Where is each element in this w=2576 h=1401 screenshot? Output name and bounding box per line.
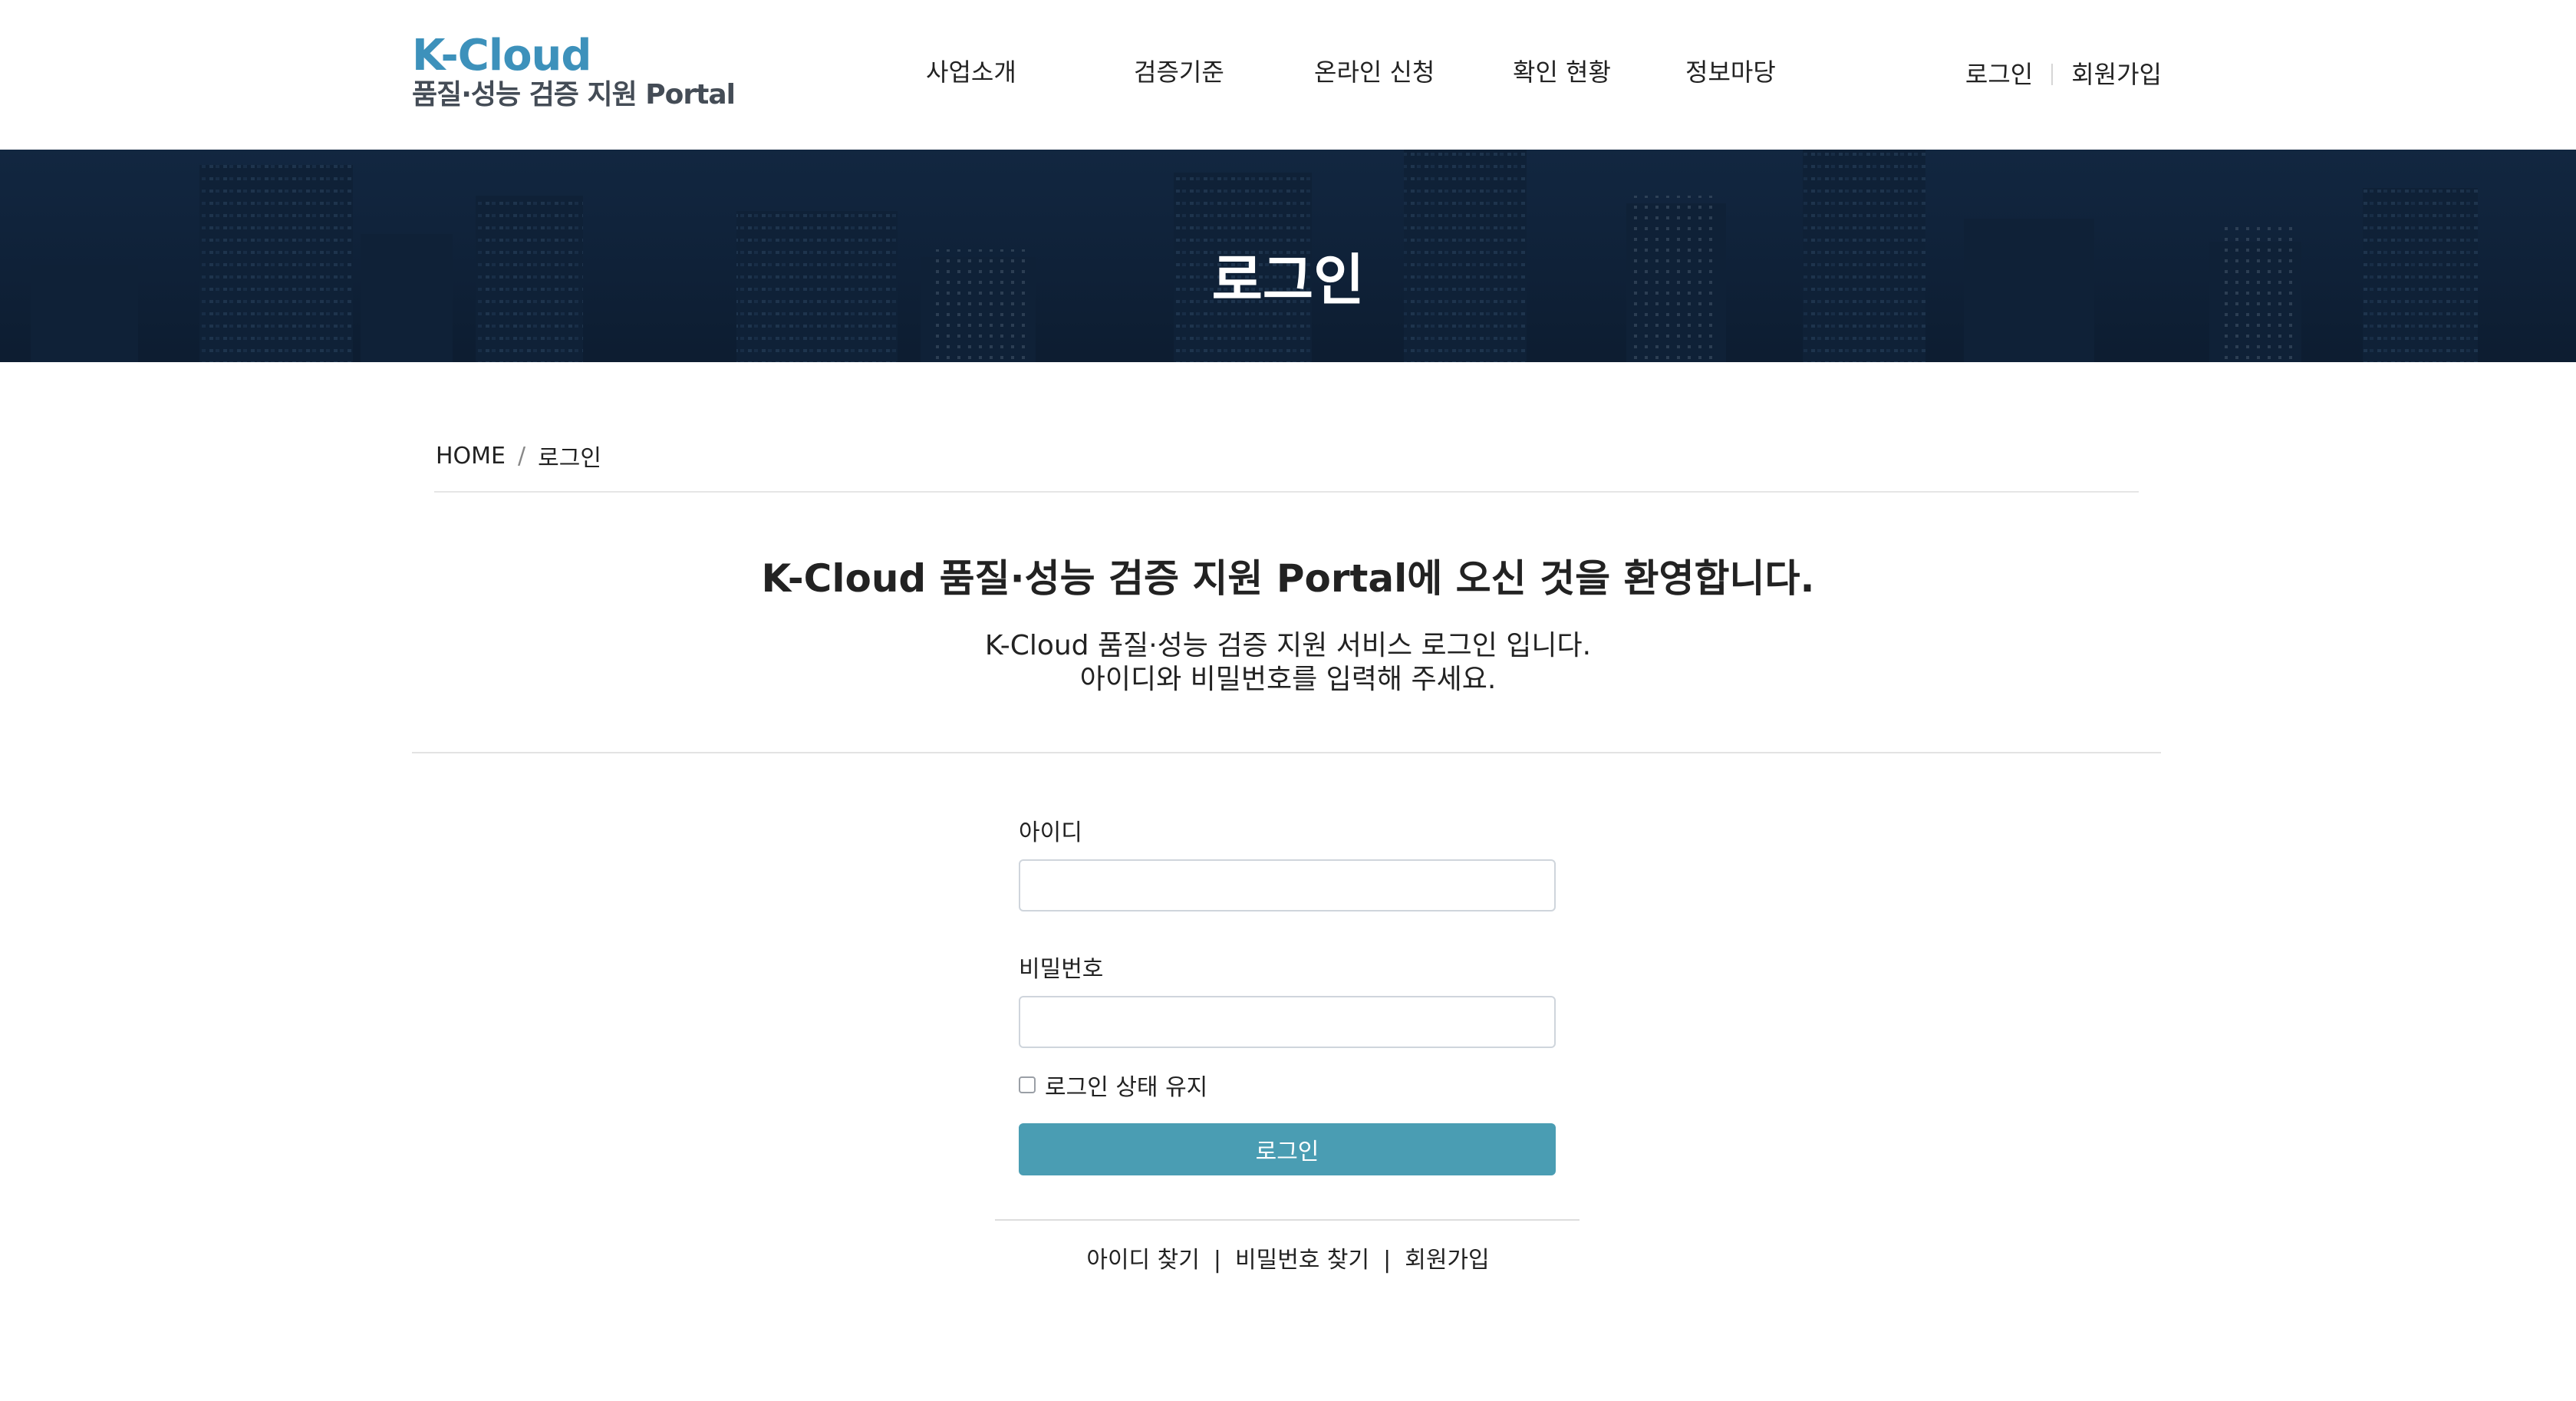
signup-link[interactable]: 회원가입	[1405, 1247, 1489, 1274]
find-id-link[interactable]: 아이디 찾기	[1086, 1247, 1200, 1274]
utility-links: 로그인 회원가입	[1965, 55, 2162, 94]
password-input[interactable]	[1019, 996, 1556, 1048]
site-header: K-Cloud 품질·성능 검증 지원 Portal 사업소개 검증기준 온라인…	[0, 0, 2576, 150]
login-button[interactable]: 로그인	[1019, 1123, 1556, 1175]
hero-banner: 로그인	[0, 150, 2576, 362]
utility-divider	[2051, 64, 2054, 85]
welcome-line-2: 아이디와 비밀번호를 입력해 주세요.	[1079, 664, 1497, 695]
breadcrumb-separator: /	[518, 442, 526, 470]
link-separator: |	[1383, 1247, 1392, 1274]
nav-item-about[interactable]: 사업소개	[926, 52, 1016, 92]
remember-login-label: 로그인 상태 유지	[1045, 1074, 1208, 1101]
breadcrumb-divider	[434, 491, 2139, 493]
nav-item-info[interactable]: 정보마당	[1685, 52, 1776, 92]
logo-title: K-Cloud	[412, 31, 591, 81]
remember-login-checkbox[interactable]: 로그인 상태 유지	[1019, 1068, 1556, 1102]
account-links: 아이디 찾기 | 비밀번호 찾기 | 회원가입	[0, 1241, 2576, 1274]
section-divider	[412, 752, 2161, 753]
breadcrumb: HOME / 로그인	[436, 439, 601, 473]
breadcrumb-home[interactable]: HOME	[436, 443, 506, 470]
id-label: 아이디	[1019, 819, 1082, 846]
nav-item-criteria[interactable]: 검증기준	[1134, 52, 1224, 92]
find-password-link[interactable]: 비밀번호 찾기	[1235, 1247, 1369, 1274]
header-signup-link[interactable]: 회원가입	[2071, 55, 2162, 94]
logo-subtitle: 품질·성능 검증 지원 Portal	[412, 79, 736, 110]
links-divider	[995, 1219, 1580, 1221]
welcome-description: K-Cloud 품질·성능 검증 지원 서비스 로그인 입니다. 아이디와 비밀…	[0, 629, 2576, 697]
nav-item-status[interactable]: 확인 현황	[1513, 52, 1611, 92]
page-title: 로그인	[1211, 248, 1365, 312]
site-logo[interactable]: K-Cloud 품질·성능 검증 지원 Portal	[412, 31, 736, 112]
nav-item-online-apply[interactable]: 온라인 신청	[1314, 52, 1435, 92]
password-label: 비밀번호	[1019, 956, 1104, 983]
breadcrumb-current: 로그인	[538, 445, 601, 472]
welcome-line-1: K-Cloud 품질·성능 검증 지원 서비스 로그인 입니다.	[984, 630, 1592, 661]
login-form: 아이디 비밀번호 로그인 상태 유지 로그인	[1019, 815, 1556, 1175]
header-login-link[interactable]: 로그인	[1965, 55, 2033, 94]
link-separator: |	[1213, 1247, 1221, 1274]
welcome-heading: K-Cloud 품질·성능 검증 지원 Portal에 오신 것을 환영합니다.	[761, 556, 1815, 601]
id-input[interactable]	[1019, 859, 1556, 911]
checkbox-icon[interactable]	[1019, 1076, 1036, 1093]
